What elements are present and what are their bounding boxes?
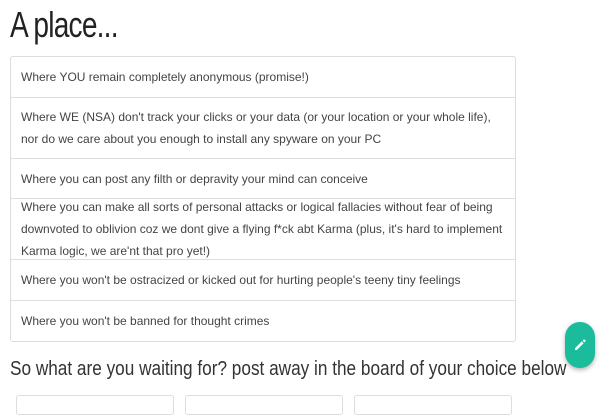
list-item: Where you can post any filth or depravit…	[11, 159, 515, 199]
list-item-text: Where you won't be banned for thought cr…	[21, 314, 270, 328]
list-item-text: Where you can make all sorts of personal…	[21, 200, 503, 258]
list-item: Where WE (NSA) don't track your clicks o…	[11, 98, 515, 159]
list-item: Where YOU remain completely anonymous (p…	[11, 57, 515, 98]
feature-list: Where YOU remain completely anonymous (p…	[10, 56, 516, 342]
board-card[interactable]	[185, 395, 343, 415]
list-item: Where you won't be banned for thought cr…	[11, 301, 515, 341]
board-card[interactable]	[354, 395, 512, 415]
list-item: Where you can make all sorts of personal…	[11, 199, 515, 260]
board-prompt: So what are you waiting for? post away i…	[10, 358, 567, 380]
list-item-text: Where you can post any filth or depravit…	[21, 171, 368, 186]
list-item: Where you won't be ostracized or kicked …	[11, 260, 515, 301]
board-card[interactable]	[16, 395, 174, 415]
list-item-text: Where you won't be ostracized or kicked …	[21, 273, 461, 287]
list-item-text: Where WE (NSA) don't track your clicks o…	[21, 110, 491, 146]
page-title: A place...	[10, 4, 119, 45]
new-post-button[interactable]	[565, 322, 595, 368]
pencil-icon	[573, 338, 587, 352]
list-item-text: Where YOU remain completely anonymous (p…	[21, 70, 309, 84]
